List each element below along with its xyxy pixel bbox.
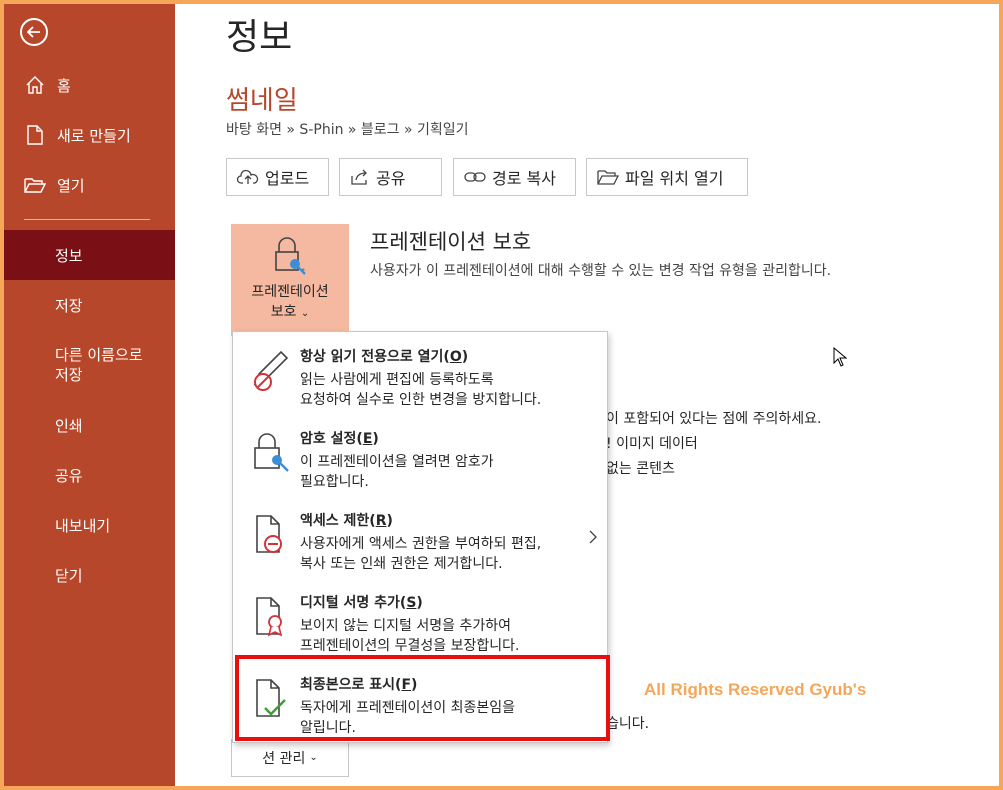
mouse-cursor-icon [833, 347, 847, 367]
chevron-right-icon [589, 530, 597, 544]
menu-item-desc-line: 이 프레젠테이션을 열려면 암호가 [300, 454, 494, 470]
protect-heading: 프레젠테이션 보호 [370, 230, 532, 254]
folder-icon [597, 168, 619, 186]
signature-ribbon-icon [256, 597, 283, 637]
menu-item-always-read-only[interactable]: 항상 읽기 전용으로 열기(O) 읽는 사람에게 편집에 등록하도록 요청하여 … [233, 336, 607, 416]
open-file-location-label: 파일 위치 열기 [625, 169, 724, 188]
menu-item-desc-line: 요청하여 실수로 인한 변경을 방지합니다. [300, 392, 542, 408]
menu-item-title-text: 암호 설정 [300, 431, 357, 447]
menu-item-description: 읽는 사람에게 편집에 등록하도록 요청하여 실수로 인한 변경을 방지합니다. [300, 370, 590, 410]
menu-item-desc-line: 사용자에게 액세스 권한을 부여하되 편집, [300, 536, 542, 552]
menu-item-restrict-access[interactable]: 액세스 제한(R) 사용자에게 액세스 권한을 부여하되 편집, 복사 또는 인… [233, 500, 607, 580]
menu-item-title-text: 항상 읽기 전용으로 열기 [300, 349, 444, 365]
menu-item-title-text: 액세스 제한 [300, 513, 370, 529]
protect-tile-label-2-text: 보호 [270, 304, 297, 320]
menu-item-description: 사용자에게 액세스 권한을 부여하되 편집, 복사 또는 인쇄 권한은 제거합니… [300, 534, 590, 574]
menu-item-desc-line: 복사 또는 인쇄 권한은 제거합니다. [300, 556, 503, 572]
menu-item-encrypt-password[interactable]: 암호 설정(E) 이 프레젠테이션을 열려면 암호가 필요합니다. [233, 418, 607, 498]
menu-item-title: 액세스 제한(R) [300, 513, 393, 529]
back-button[interactable] [20, 18, 48, 46]
menu-item-title-text: 디지털 서명 추가 [300, 595, 400, 611]
menu-item-accesskey: S [406, 595, 417, 611]
back-arrow-icon [26, 26, 40, 38]
open-folder-icon [24, 174, 46, 196]
upload-label: 업로드 [265, 169, 310, 188]
inspect-text-2: ! 이미지 데이터 [606, 436, 698, 452]
protect-description: 사용자가 이 프레젠테이션에 대해 수행할 수 있는 변경 작업 유형을 관리합… [370, 263, 832, 279]
sidebar-item-save[interactable]: 저장 [4, 280, 175, 330]
sidebar-item-label: 내보내기 [55, 516, 111, 535]
sidebar-divider [24, 219, 150, 220]
sidebar-item-home[interactable]: 홈 [4, 60, 175, 110]
menu-item-add-digital-signature[interactable]: 디지털 서명 추가(S) 보이지 않는 디지털 서명을 추가하여 프레젠테이션의… [233, 582, 607, 662]
sidebar-item-label: 다른 이름으로 저장 [55, 346, 143, 384]
menu-item-title: 암호 설정(E) [300, 431, 379, 447]
inspect-text-3: 없는 콘텐츠 [606, 461, 675, 477]
home-icon [24, 74, 46, 96]
menu-item-accesskey: R [375, 513, 387, 529]
backstage-sidebar: 홈 새로 만들기 열기 정보 저장 다른 이름으로 저장 인쇄 공유 내보내기 … [4, 4, 175, 786]
new-document-icon [24, 124, 46, 146]
restrict-access-icon [256, 515, 282, 553]
lock-key-icon [254, 433, 289, 472]
open-file-location-button[interactable]: 파일 위치 열기 [586, 158, 748, 196]
menu-item-title: 디지털 서명 추가(S) [300, 595, 423, 611]
menu-item-desc-line: 필요합니다. [300, 474, 369, 490]
file-name: 썸네일 [226, 86, 298, 116]
sidebar-item-label: 닫기 [55, 566, 83, 585]
sidebar-item-label: 열기 [57, 176, 85, 195]
sidebar-item-label: 홈 [57, 76, 71, 95]
manage-tile-label: 션 관리 [262, 750, 306, 767]
menu-item-accesskey: O [449, 349, 462, 365]
menu-item-desc-line: 보이지 않는 디지털 서명을 추가하여 [300, 618, 511, 634]
menu-item-description: 보이지 않는 디지털 서명을 추가하여 프레젠테이션의 무결성을 보장합니다. [300, 616, 590, 656]
sidebar-item-save-as[interactable]: 다른 이름으로 저장 [4, 340, 144, 390]
chevron-down-icon: ⌄ [300, 308, 310, 319]
copy-path-label: 경로 복사 [492, 169, 556, 188]
share-label: 공유 [376, 169, 406, 188]
menu-item-desc-line: 읽는 사람에게 편집에 등록하도록 [300, 372, 494, 388]
protect-tile-label-2: 보호 ⌄ [271, 302, 310, 324]
protect-presentation-button[interactable]: 프레젠테이션 보호 ⌄ [231, 224, 349, 336]
backstage-window: 홈 새로 만들기 열기 정보 저장 다른 이름으로 저장 인쇄 공유 내보내기 … [4, 4, 999, 786]
menu-item-title: 항상 읽기 전용으로 열기(O) [300, 349, 469, 365]
upload-icon [237, 168, 259, 186]
protect-tile-label-1: 프레젠테이션 [251, 284, 329, 300]
lock-key-icon [275, 237, 306, 275]
sidebar-item-print[interactable]: 인쇄 [4, 400, 175, 450]
sidebar-item-label: 저장 [55, 296, 83, 315]
sidebar-item-info[interactable]: 정보 [4, 230, 175, 280]
chevron-down-icon: ⌄ [309, 752, 318, 763]
share-icon [350, 168, 370, 186]
menu-item-description: 이 프레젠테이션을 열려면 암호가 필요합니다. [300, 452, 590, 492]
pencil-no-icon [253, 350, 289, 391]
inspect-text-1: 이 포함되어 있다는 점에 주의하세요. [606, 411, 822, 427]
manage-presentation-button[interactable]: 션 관리 ⌄ [231, 739, 349, 777]
sidebar-item-new[interactable]: 새로 만들기 [4, 110, 175, 160]
breadcrumb: 바탕 화면 » S-Phin » 블로그 » 기획일기 [226, 122, 469, 138]
sidebar-item-export[interactable]: 내보내기 [4, 500, 175, 550]
menu-item-accesskey: E [362, 431, 373, 447]
highlight-annotation [235, 655, 610, 741]
sidebar-item-label: 새로 만들기 [57, 126, 131, 145]
sidebar-item-open[interactable]: 열기 [4, 160, 175, 210]
page-title: 정보 [226, 17, 293, 58]
link-icon [464, 169, 486, 185]
sidebar-item-label: 인쇄 [55, 416, 83, 435]
sidebar-item-label: 정보 [55, 246, 83, 265]
sidebar-item-label: 공유 [55, 466, 83, 485]
share-button[interactable]: 공유 [339, 158, 442, 196]
manage-text: 습니다. [606, 716, 650, 732]
watermark: All Rights Reserved Gyub's [644, 680, 867, 699]
sidebar-item-close[interactable]: 닫기 [4, 550, 175, 600]
upload-button[interactable]: 업로드 [226, 158, 329, 196]
menu-item-desc-line: 프레젠테이션의 무결성을 보장합니다. [300, 638, 520, 654]
copy-path-button[interactable]: 경로 복사 [453, 158, 576, 196]
sidebar-item-share[interactable]: 공유 [4, 450, 175, 500]
